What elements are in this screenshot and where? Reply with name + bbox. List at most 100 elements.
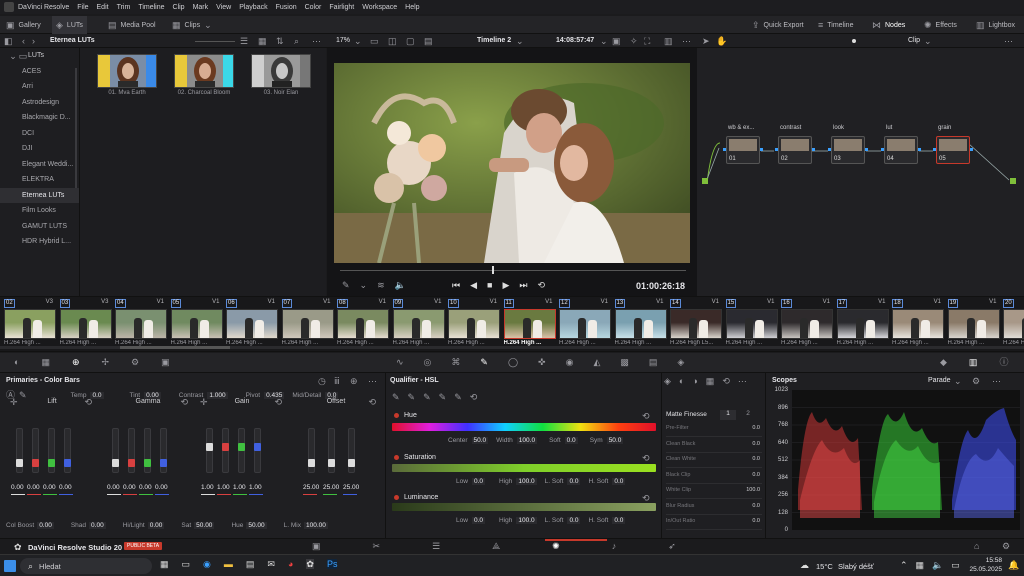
clip-thumbnail[interactable]: 09 V1 H.264 High ... xyxy=(391,299,445,349)
ref-icon[interactable]: ▢ xyxy=(406,36,415,46)
deliver-page-icon[interactable]: ➶ xyxy=(668,541,676,551)
wheel-slider[interactable] xyxy=(112,428,119,473)
saturation-enable-dot[interactable] xyxy=(394,455,399,460)
lut-thumb-1[interactable] xyxy=(97,54,157,88)
wheel-slider[interactable] xyxy=(254,428,261,473)
timeline-name[interactable]: Timeline 2 xyxy=(477,37,511,44)
lum-low[interactable]: 0.0 xyxy=(471,517,485,524)
more-icon[interactable]: ⋯ xyxy=(1004,36,1013,46)
edge-icon[interactable]: ◉ xyxy=(203,559,211,569)
picker-minus-icon[interactable]: ✎ xyxy=(408,392,416,402)
nodes-button[interactable]: ⋈ Nodes xyxy=(872,16,905,34)
curves-alt-icon[interactable]: ⌘ xyxy=(451,357,460,367)
mode-icon[interactable]: ◑ xyxy=(692,376,697,386)
wheel-value[interactable]: 0.00 xyxy=(139,484,152,491)
skip-forward-icon[interactable]: ⏭ xyxy=(519,280,527,290)
wheel-slider[interactable] xyxy=(16,428,23,473)
resolve-taskbar-icon[interactable]: ✿ xyxy=(306,559,314,569)
saturation-ramp[interactable] xyxy=(392,464,656,472)
cinema-icon[interactable]: ▥ xyxy=(664,36,673,46)
fairlight-page-icon[interactable]: ♪ xyxy=(612,541,617,551)
motion-effects-icon[interactable]: ▣ xyxy=(161,357,170,367)
mail-icon[interactable]: ✉ xyxy=(267,559,275,569)
clip-thumbnail[interactable]: 15 V1 H.264 High ... xyxy=(724,299,778,349)
clock-icon[interactable]: ◷ xyxy=(318,376,326,386)
slider-knob[interactable] xyxy=(48,459,55,467)
lut-root[interactable]: ⌄ ▭ LUTs xyxy=(0,48,79,64)
chevron-down-icon[interactable]: ⌄ xyxy=(360,280,368,290)
reset-icon[interactable]: ⟲ xyxy=(274,397,282,407)
blur-icon[interactable]: ▦ xyxy=(706,376,715,386)
param-value[interactable]: 100.00 xyxy=(304,522,328,529)
lum-hsoft[interactable]: 0.0 xyxy=(612,517,626,524)
node-graph[interactable]: wb & ex... 01 contrast 02 look 03 lut 04 grain 05 xyxy=(697,48,1024,296)
gallery-button[interactable]: ▣ Gallery xyxy=(6,16,41,34)
more-icon[interactable]: ⋯ xyxy=(738,376,747,386)
node-input-dot[interactable] xyxy=(933,148,936,151)
node-output-dot[interactable] xyxy=(812,148,815,151)
viewer-mode-icon[interactable]: ▭ xyxy=(370,36,379,46)
slider-knob[interactable] xyxy=(112,459,119,467)
clip-thumbnail[interactable]: 02 V3 H.264 High ... xyxy=(2,299,56,349)
sat-hsoft[interactable]: 0.0 xyxy=(612,478,626,485)
slider-knob[interactable] xyxy=(206,443,213,451)
picker-icon[interactable]: ✎ xyxy=(392,392,400,402)
clip-thumbnail[interactable]: 08 V1 H.264 High ... xyxy=(335,299,389,349)
blur-icon[interactable]: ◭ xyxy=(593,357,600,367)
clip-thumbnail[interactable]: 03 V3 H.264 High ... xyxy=(58,299,112,349)
clips-button[interactable]: ▦ Clips ⌄ xyxy=(172,16,212,34)
thumb-size-slider[interactable] xyxy=(195,41,235,42)
param-value[interactable]: 50.00 xyxy=(246,522,267,529)
clock-time[interactable]: 15:58 xyxy=(966,557,1002,564)
slider-knob[interactable] xyxy=(160,459,167,467)
wheel-value[interactable]: 0.00 xyxy=(11,484,24,491)
node-03[interactable]: 03 xyxy=(828,136,868,164)
picker-plus-icon[interactable]: ✎ xyxy=(423,392,431,402)
wheel-slider[interactable] xyxy=(206,428,213,473)
loop-icon[interactable]: ⟲ xyxy=(538,280,546,290)
list-view-icon[interactable]: ☰ xyxy=(240,36,248,46)
param-value[interactable]: 0.00 xyxy=(37,522,54,529)
matte-row-value[interactable]: 0.0 xyxy=(752,518,760,524)
viewer-scrubber[interactable] xyxy=(340,270,686,271)
clip-thumbnail[interactable]: 10 V1 H.264 High ... xyxy=(446,299,500,349)
layers-icon[interactable]: ≋ xyxy=(377,280,385,290)
param-value[interactable]: 0.00 xyxy=(89,522,106,529)
keyframes-icon[interactable]: ◆ xyxy=(940,357,947,367)
scope-mode[interactable]: Parade xyxy=(928,377,951,384)
menu-clip[interactable]: Clip xyxy=(173,4,185,11)
wheel-value[interactable]: 25.00 xyxy=(303,484,319,491)
grid-view-icon[interactable]: ▦ xyxy=(258,36,267,46)
wheel-slider[interactable] xyxy=(128,428,135,473)
qualifier-icon[interactable]: ✎ xyxy=(480,357,488,367)
fullscreen-icon[interactable]: ⛶ xyxy=(644,36,650,46)
menu-file[interactable]: File xyxy=(77,4,88,11)
weather-icon[interactable]: ☁ xyxy=(800,560,809,570)
play-icon[interactable]: ▶ xyxy=(502,280,509,290)
feather-minus-icon[interactable]: ✎ xyxy=(439,392,447,402)
clip-thumbnail[interactable]: 16 V1 H.264 High ... xyxy=(779,299,833,349)
lut-folder-item[interactable]: HDR Hybrid L... xyxy=(0,234,79,250)
crosshair-icon[interactable]: ✛ xyxy=(200,397,208,407)
chrome-icon[interactable]: ◕ xyxy=(288,559,293,569)
slider-knob[interactable] xyxy=(328,459,335,467)
invert-icon[interactable]: ◐ xyxy=(679,376,684,386)
sizing-icon[interactable]: ▤ xyxy=(649,357,658,367)
lut-folder-item[interactable]: ELEKTRA xyxy=(0,172,79,188)
wheel-slider[interactable] xyxy=(32,428,39,473)
reset-icon[interactable]: ⟲ xyxy=(642,493,650,503)
reset-icon[interactable]: ⟲ xyxy=(84,397,92,407)
node-output-dot[interactable] xyxy=(760,148,763,151)
clip-thumbnail[interactable]: 04 V1 H.264 High ... xyxy=(113,299,167,349)
menu-workspace[interactable]: Workspace xyxy=(362,4,397,11)
node-output-dot[interactable] xyxy=(865,148,868,151)
wheel-value[interactable]: 0.00 xyxy=(43,484,56,491)
reset-icon[interactable]: ⟲ xyxy=(470,392,478,402)
media-page-icon[interactable]: ▣ xyxy=(312,541,321,551)
node-input-dot[interactable] xyxy=(881,148,884,151)
reset-icon[interactable]: ⟲ xyxy=(180,397,188,407)
network-icon[interactable]: ▦ xyxy=(916,560,925,570)
split-view-icon[interactable]: ◫ xyxy=(388,36,397,46)
photoshop-icon[interactable]: Ps xyxy=(326,559,338,569)
wheel-slider[interactable] xyxy=(328,428,335,473)
